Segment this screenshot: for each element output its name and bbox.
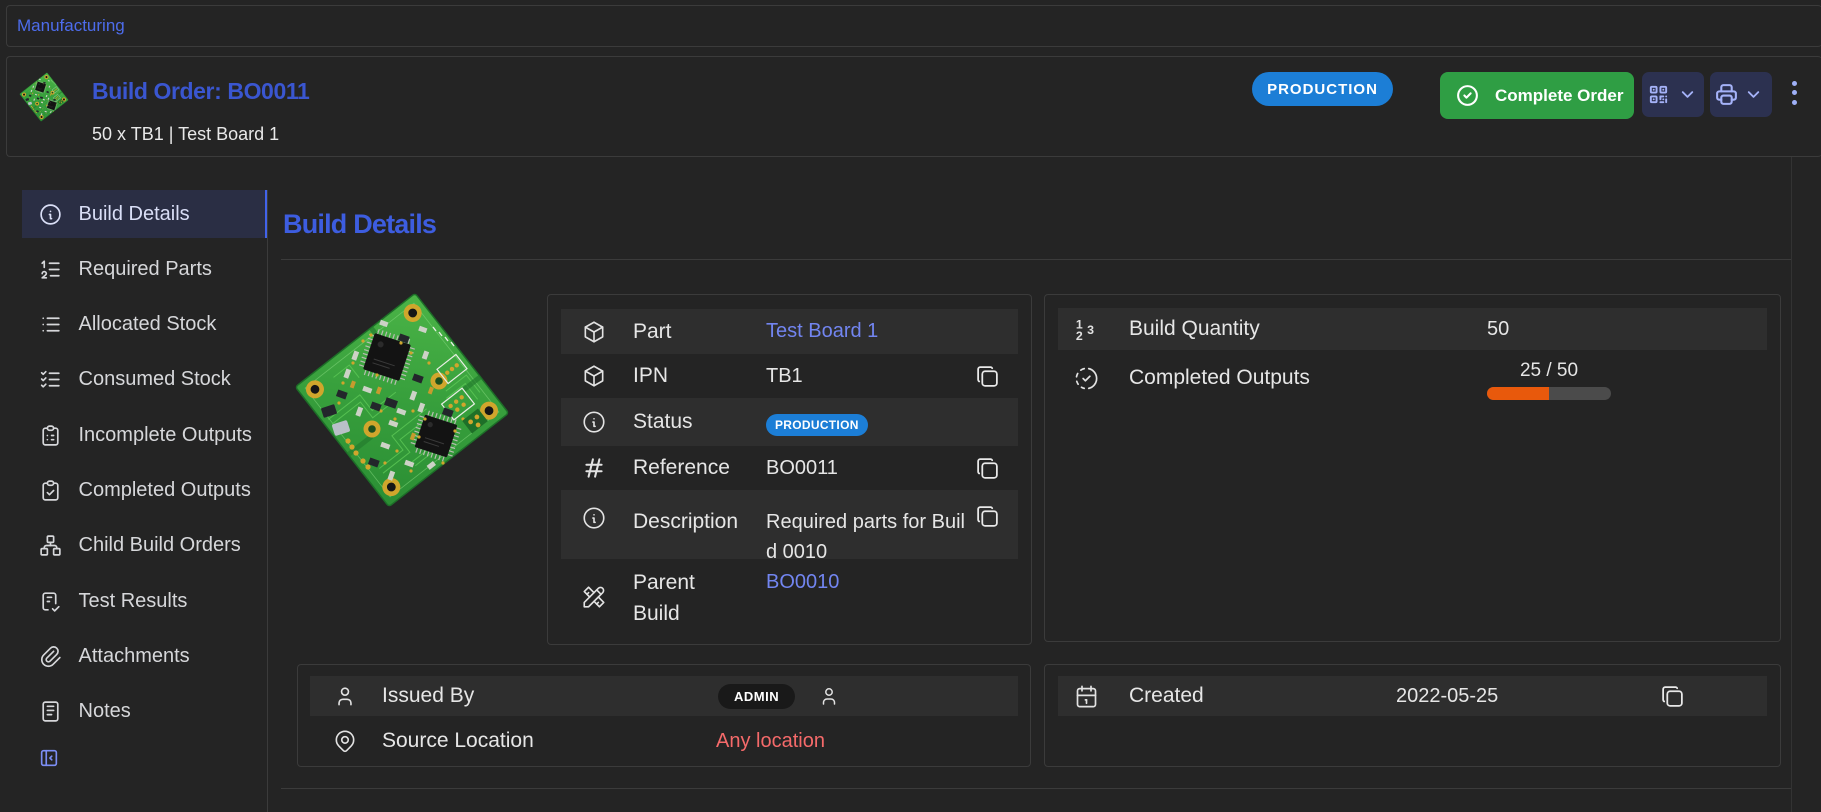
svg-text:3: 3 <box>1087 323 1094 337</box>
svg-text:2: 2 <box>1076 329 1083 343</box>
